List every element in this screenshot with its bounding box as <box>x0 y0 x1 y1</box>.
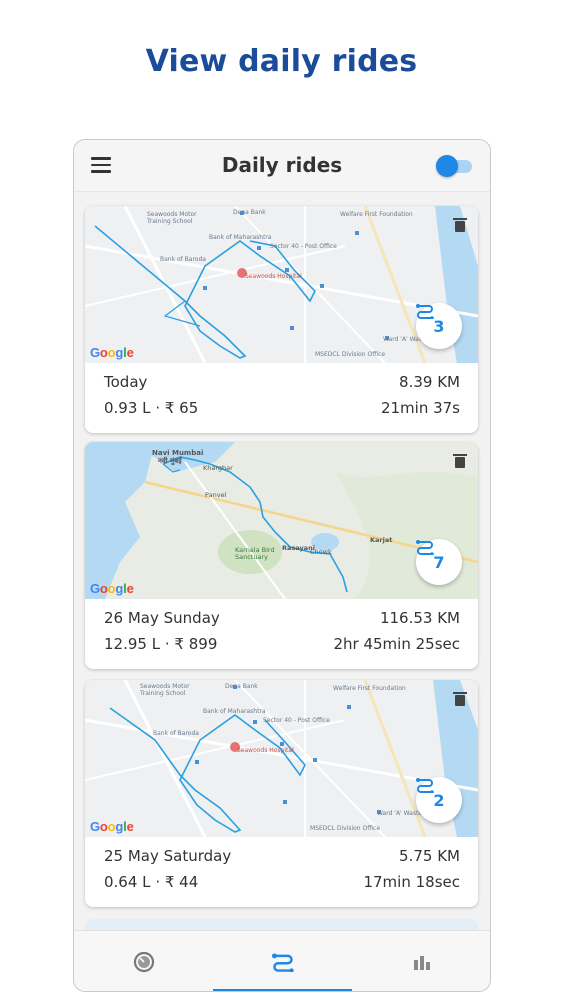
nav-statistics[interactable] <box>352 931 490 991</box>
page-headline: View daily rides <box>145 44 418 79</box>
trip-count: 7 <box>433 552 445 572</box>
phone-frame: Daily rides Seawoods Motor Training Scho… <box>73 139 491 992</box>
svg-text:Training School: Training School <box>146 218 193 225</box>
app-bar: Daily rides <box>74 140 490 192</box>
svg-text:Kharghar: Kharghar <box>203 464 233 472</box>
route-icon <box>416 540 434 555</box>
svg-text:Bank of Maharashtra: Bank of Maharashtra <box>209 234 272 241</box>
speedometer-icon <box>133 951 154 972</box>
svg-text:Panvel: Panvel <box>205 491 227 499</box>
nav-dashboard[interactable] <box>74 931 213 991</box>
svg-text:Seawoods Motor: Seawoods Motor <box>140 683 190 690</box>
ride-distance: 8.39 KM <box>399 373 460 391</box>
ride-day: 25 May Saturday <box>104 847 232 865</box>
route-icon <box>416 304 434 319</box>
ride-duration: 2hr 45min 25sec <box>333 635 460 653</box>
display-toggle[interactable] <box>436 155 476 177</box>
svg-text:Dena Bank: Dena Bank <box>225 683 258 690</box>
ride-fuel-cost: 0.93 L · ₹ 65 <box>104 399 198 417</box>
next-ride-card-peek[interactable] <box>85 919 478 930</box>
google-logo: Google <box>90 819 134 834</box>
svg-text:Bank of Baroda: Bank of Baroda <box>153 730 199 737</box>
ride-fuel-cost: 12.95 L · ₹ 899 <box>104 635 217 653</box>
route-map[interactable]: Seawoods Motor Training School Dena Bank … <box>85 206 478 363</box>
ride-duration: 17min 18sec <box>363 873 460 891</box>
ride-fuel: 0.64 L <box>104 873 151 891</box>
svg-text:Karjat: Karjat <box>370 536 392 544</box>
route-map[interactable]: Seawoods Motor Training School Dena Bank … <box>85 680 478 837</box>
trip-count-badge[interactable]: 7 <box>416 539 462 585</box>
ride-cost: ₹ 899 <box>174 635 218 653</box>
ride-day: Today <box>104 373 148 391</box>
svg-text:Sanctuary: Sanctuary <box>235 553 268 561</box>
ride-summary: Today 8.39 KM 0.93 L · ₹ 65 21min 37s <box>85 363 478 433</box>
svg-text:नवी मुंबई: नवी मुंबई <box>157 456 183 466</box>
svg-text:Dena Bank: Dena Bank <box>233 209 266 216</box>
delete-icon[interactable] <box>453 692 467 706</box>
svg-text:Welfare First Foundation: Welfare First Foundation <box>340 211 413 218</box>
bottom-navigation <box>74 930 490 991</box>
svg-text:MSEDCL Division Office: MSEDCL Division Office <box>315 351 385 358</box>
route-icon <box>271 952 294 972</box>
ride-duration: 21min 37s <box>380 399 460 417</box>
svg-text:Sector 40 - Post Office: Sector 40 - Post Office <box>263 717 330 724</box>
ride-distance: 116.53 KM <box>379 609 460 627</box>
google-logo: Google <box>90 345 134 360</box>
separator-dot: · <box>155 399 161 417</box>
nav-rides[interactable] <box>213 931 352 991</box>
ride-card[interactable]: Navi Mumbai नवी मुंबई Kharghar Karnala B… <box>85 442 478 669</box>
separator-dot: · <box>155 873 161 891</box>
app-title: Daily rides <box>221 153 343 177</box>
ride-distance: 5.75 KM <box>399 847 460 865</box>
svg-text:Seawoods Hospital: Seawoods Hospital <box>237 747 294 754</box>
svg-text:Ward 'A' Waste: Ward 'A' Waste <box>377 810 422 817</box>
trip-count: 3 <box>433 316 445 336</box>
svg-text:Navi Mumbai: Navi Mumbai <box>152 449 203 457</box>
ride-cost: ₹ 65 <box>164 399 199 417</box>
ride-cost: ₹ 44 <box>164 873 199 891</box>
bar-chart-icon <box>413 955 430 970</box>
ride-card[interactable]: Seawoods Motor Training School Dena Bank … <box>85 680 478 907</box>
trip-count-badge[interactable]: 3 <box>416 303 462 349</box>
ride-fuel: 0.93 L <box>104 399 151 417</box>
svg-text:MSEDCL Division Office: MSEDCL Division Office <box>310 825 380 832</box>
rides-list[interactable]: Seawoods Motor Training School Dena Bank … <box>74 192 490 930</box>
ride-fuel-cost: 0.64 L · ₹ 44 <box>104 873 198 891</box>
svg-text:Bank of Maharashtra: Bank of Maharashtra <box>203 708 266 715</box>
ride-day: 26 May Sunday <box>104 609 220 627</box>
route-map[interactable]: Navi Mumbai नवी मुंबई Kharghar Karnala B… <box>85 442 478 599</box>
svg-text:Seawoods Hospital: Seawoods Hospital <box>245 273 302 280</box>
route-icon <box>416 778 434 793</box>
ride-card[interactable]: Seawoods Motor Training School Dena Bank … <box>85 206 478 433</box>
svg-text:Welfare First Foundation: Welfare First Foundation <box>333 685 406 692</box>
ride-summary: 25 May Saturday 5.75 KM 0.64 L · ₹ 44 17… <box>85 837 478 907</box>
svg-text:Bank of Baroda: Bank of Baroda <box>160 256 206 263</box>
separator-dot: · <box>164 635 170 653</box>
ride-fuel: 12.95 L <box>104 635 161 653</box>
svg-text:Training School: Training School <box>139 690 186 697</box>
google-logo: Google <box>90 581 134 596</box>
svg-text:Seawoods Motor: Seawoods Motor <box>147 211 197 218</box>
delete-icon[interactable] <box>453 218 467 232</box>
svg-text:Chowk: Chowk <box>310 548 332 556</box>
svg-text:Sector 40 - Post Office: Sector 40 - Post Office <box>270 243 337 250</box>
delete-icon[interactable] <box>453 454 467 468</box>
trip-count: 2 <box>433 790 445 810</box>
trip-count-badge[interactable]: 2 <box>416 777 462 823</box>
ride-summary: 26 May Sunday 116.53 KM 12.95 L · ₹ 899 … <box>85 599 478 669</box>
